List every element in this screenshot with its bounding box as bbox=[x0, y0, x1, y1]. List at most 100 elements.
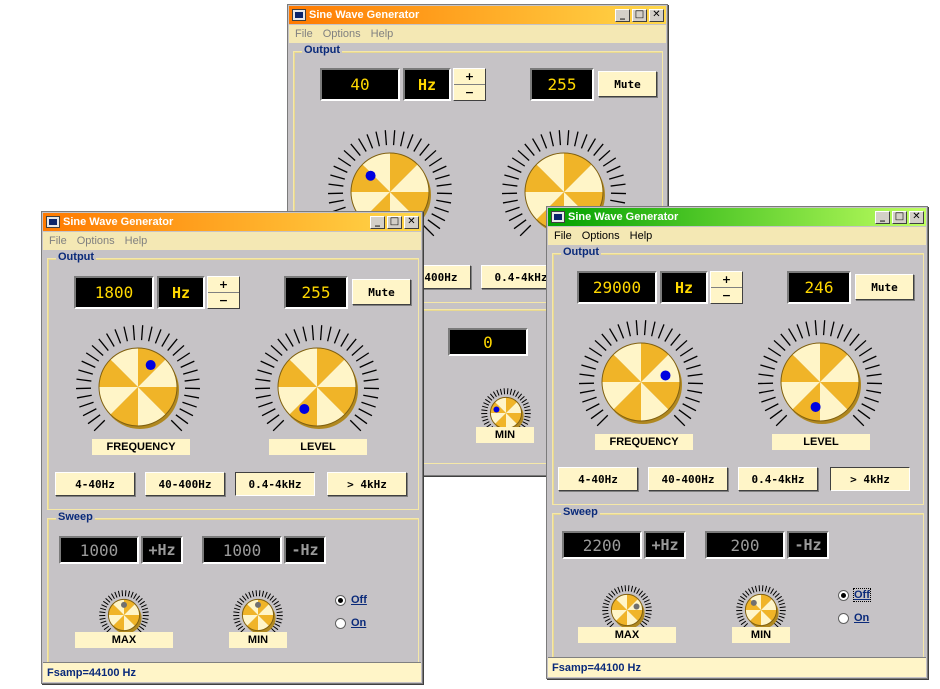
knob-tick bbox=[272, 625, 279, 631]
knob-tick bbox=[604, 618, 611, 622]
knob-tick bbox=[183, 369, 198, 375]
frequency-label: FREQUENCY bbox=[92, 439, 190, 455]
knob-tick bbox=[682, 403, 697, 412]
range-button-0-4-4khz[interactable]: 0.4-4kHz bbox=[738, 467, 818, 491]
mute-button[interactable]: Mute bbox=[598, 71, 657, 97]
range-button-4-40hz[interactable]: 4-40Hz bbox=[558, 467, 638, 491]
maximize-button[interactable]: □ bbox=[387, 215, 402, 229]
knob-tick bbox=[513, 219, 527, 230]
minimize-button[interactable]: _ bbox=[370, 215, 385, 229]
knob-tick bbox=[328, 183, 344, 187]
menu-options[interactable]: Options bbox=[582, 230, 620, 242]
knob-tick bbox=[330, 174, 345, 180]
sweep-min-display: 1000 bbox=[202, 536, 282, 564]
range-button-4-40hz[interactable]: 4-40Hz bbox=[55, 472, 135, 496]
sweep-max-unit: +Hz bbox=[644, 531, 686, 559]
minimize-button[interactable]: _ bbox=[615, 8, 630, 22]
knob-tick bbox=[275, 607, 282, 611]
sweep-on-radio[interactable]: On bbox=[838, 612, 869, 624]
knob-tick bbox=[515, 391, 520, 398]
menu-file[interactable]: File bbox=[554, 230, 572, 242]
knob-tick bbox=[140, 325, 144, 341]
plus-icon[interactable]: + bbox=[454, 69, 485, 85]
knob-tick bbox=[504, 174, 519, 180]
frequency-display: 1800 bbox=[74, 276, 154, 309]
window-left[interactable]: Sine Wave Generator _ □ ✕ File Options H… bbox=[41, 211, 423, 684]
range-button-40-400hz[interactable]: 40-400Hz bbox=[648, 467, 728, 491]
knob-tick bbox=[502, 199, 518, 204]
minimize-button[interactable]: _ bbox=[875, 210, 890, 224]
knob-tick bbox=[857, 409, 871, 420]
menu-help[interactable]: Help bbox=[630, 230, 653, 242]
close-button[interactable]: ✕ bbox=[909, 210, 924, 224]
titlebar[interactable]: Sine Wave Generator _ □ ✕ bbox=[548, 208, 926, 226]
minus-icon[interactable]: − bbox=[208, 293, 239, 309]
level-display: 255 bbox=[530, 68, 594, 101]
titlebar[interactable]: Sine Wave Generator _ □ ✕ bbox=[289, 6, 666, 24]
knob-tick bbox=[114, 591, 118, 598]
range-button-0-4-4khz[interactable]: 0.4-4kHz bbox=[235, 472, 315, 496]
menu-options[interactable]: Options bbox=[77, 235, 115, 247]
maximize-button[interactable]: □ bbox=[632, 8, 647, 22]
knob-tick bbox=[524, 143, 535, 156]
frequency-stepper[interactable]: + − bbox=[207, 276, 240, 309]
app-icon bbox=[46, 216, 60, 228]
plus-icon[interactable]: + bbox=[208, 277, 239, 293]
plus-icon[interactable]: + bbox=[711, 272, 742, 288]
knob-tick bbox=[100, 607, 107, 611]
knob-tick bbox=[862, 355, 877, 363]
close-button[interactable]: ✕ bbox=[649, 8, 664, 22]
knob-tick bbox=[606, 620, 613, 626]
range-button-gt-4khz[interactable]: > 4kHz bbox=[830, 467, 910, 491]
knob-tick bbox=[355, 352, 370, 362]
knob-tick bbox=[822, 320, 826, 336]
knob-tick bbox=[760, 364, 775, 370]
knob-tick bbox=[496, 389, 500, 396]
sweep-on-radio[interactable]: On bbox=[335, 617, 366, 629]
knob-tick bbox=[170, 419, 183, 432]
knob-tick bbox=[105, 598, 111, 603]
knob-tick bbox=[640, 593, 646, 598]
knob-tick bbox=[598, 149, 611, 161]
menu-help[interactable]: Help bbox=[125, 235, 148, 247]
range-button-40-400hz[interactable]: 40-400Hz bbox=[145, 472, 225, 496]
knob-tick bbox=[428, 157, 443, 167]
knob-tick bbox=[237, 600, 243, 606]
menu-file[interactable]: File bbox=[295, 28, 313, 40]
knob-tick bbox=[167, 338, 178, 351]
knob-tick bbox=[517, 149, 530, 161]
app-icon bbox=[292, 9, 306, 21]
minus-icon[interactable]: − bbox=[454, 85, 485, 101]
maximize-button[interactable]: □ bbox=[892, 210, 907, 224]
sweep-min-knob[interactable] bbox=[461, 368, 551, 458]
knob-tick bbox=[384, 130, 388, 146]
knob-tick bbox=[787, 328, 797, 342]
knob-tick bbox=[233, 611, 240, 614]
frequency-stepper[interactable]: + − bbox=[710, 271, 743, 304]
knob-indicator bbox=[493, 406, 500, 413]
knob-tick bbox=[354, 414, 368, 425]
range-button-gt-4khz[interactable]: > 4kHz bbox=[327, 472, 407, 496]
menu-options[interactable]: Options bbox=[323, 28, 361, 40]
sweep-off-radio[interactable]: Off bbox=[838, 588, 871, 602]
knob-tick bbox=[78, 369, 93, 375]
knob-tick bbox=[602, 606, 609, 609]
close-button[interactable]: ✕ bbox=[404, 215, 419, 229]
window-right[interactable]: Sine Wave Generator _ □ ✕ File Options H… bbox=[546, 206, 928, 679]
max-label: MAX bbox=[75, 632, 173, 648]
titlebar[interactable]: Sine Wave Generator _ □ ✕ bbox=[43, 213, 421, 231]
sweep-off-radio[interactable]: Off bbox=[335, 594, 367, 606]
mute-button[interactable]: Mute bbox=[855, 274, 914, 300]
minus-icon[interactable]: − bbox=[711, 288, 742, 304]
knob-tick bbox=[590, 409, 604, 420]
knob-tick bbox=[184, 394, 200, 399]
knob-tick bbox=[644, 602, 651, 606]
knob-tick bbox=[610, 183, 626, 187]
menu-help[interactable]: Help bbox=[371, 28, 394, 40]
menu-file[interactable]: File bbox=[49, 235, 67, 247]
knob-tick bbox=[737, 602, 744, 606]
knob-tick bbox=[264, 352, 279, 362]
mute-button[interactable]: Mute bbox=[352, 279, 411, 305]
knob-tick bbox=[778, 615, 785, 619]
frequency-stepper[interactable]: + − bbox=[453, 68, 486, 101]
